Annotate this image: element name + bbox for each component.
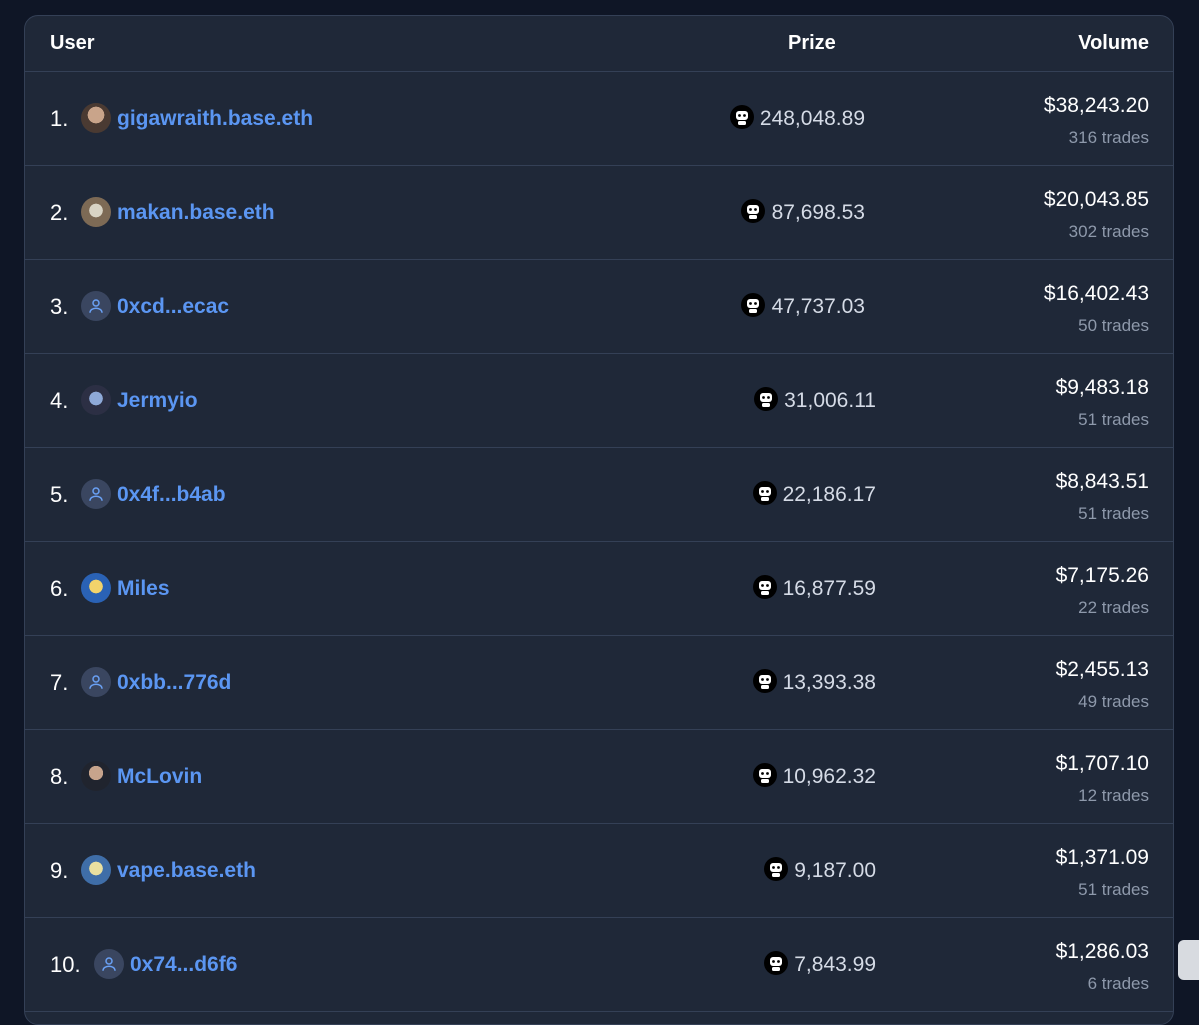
header-volume[interactable]: Volume: [1078, 32, 1149, 55]
username-link[interactable]: Jermyio: [117, 389, 198, 413]
avatar[interactable]: [81, 103, 111, 133]
header-user: User: [50, 32, 95, 54]
username-link[interactable]: gigawraith.base.eth: [117, 107, 313, 131]
avatar[interactable]: [81, 291, 111, 321]
table-row: 2. makan.base.eth 87,698.53 $20,043.85 3…: [25, 166, 1173, 260]
user-icon: [89, 487, 103, 501]
table-header: User Prize Volume: [25, 16, 1173, 72]
trade-count: 51 trades: [1078, 504, 1149, 523]
avatar[interactable]: [94, 949, 124, 979]
robot-token-icon: [753, 669, 777, 693]
username-link[interactable]: Miles: [117, 577, 170, 601]
rank: 6.: [50, 576, 69, 601]
trade-count: 50 trades: [1078, 316, 1149, 335]
username-link[interactable]: 0x4f...b4ab: [117, 483, 226, 507]
rank: 3.: [50, 294, 69, 319]
table-row: 3. 0xcd...ecac 47,737.03 $16,402.43 50 t…: [25, 260, 1173, 354]
prize-amount: 13,393.38: [782, 671, 876, 694]
user-icon: [102, 957, 116, 971]
leaderboard-panel: User Prize Volume 1. gigawraith.base.eth…: [24, 15, 1174, 1025]
robot-token-icon: [753, 763, 777, 787]
avatar[interactable]: [81, 573, 111, 603]
trade-count: 22 trades: [1078, 598, 1149, 617]
table-row: 7. 0xbb...776d 13,393.38 $2,455.13 49 tr…: [25, 636, 1173, 730]
volume-amount: $16,402.43: [1043, 282, 1149, 305]
prize-amount: 87,698.53: [771, 201, 865, 224]
prize-amount: 10,962.32: [782, 765, 876, 788]
trade-count: 316 trades: [1068, 128, 1149, 147]
avatar[interactable]: [81, 385, 111, 415]
prize-amount: 248,048.89: [759, 107, 865, 130]
rank: 8.: [50, 764, 69, 789]
username-link[interactable]: McLovin: [117, 765, 202, 789]
volume-amount: $38,243.20: [1043, 94, 1149, 117]
prize-amount: 9,187.00: [794, 859, 876, 882]
table-row: 10. 0x74...d6f6 7,843.99 $1,286.03 6 tra…: [25, 918, 1173, 1012]
robot-token-icon: [753, 575, 777, 599]
trade-count: 302 trades: [1068, 222, 1149, 241]
rank: 7.: [50, 670, 69, 695]
volume-amount: $1,371.09: [1055, 846, 1149, 869]
table-row: 4. Jermyio 31,006.11 $9,483.18 51 trades: [25, 354, 1173, 448]
rank: 5.: [50, 482, 69, 507]
robot-token-icon: [753, 481, 777, 505]
table-row: 8. McLovin 10,962.32 $1,707.10 12 trades: [25, 730, 1173, 824]
volume-amount: $7,175.26: [1055, 564, 1149, 587]
rank: 4.: [50, 388, 69, 413]
rank: 1.: [50, 106, 69, 131]
user-icon: [89, 675, 103, 689]
robot-token-icon: [730, 105, 754, 129]
prize-amount: 31,006.11: [784, 389, 876, 412]
volume-amount: $1,286.03: [1055, 940, 1149, 963]
trade-count: 49 trades: [1078, 692, 1149, 711]
avatar[interactable]: [81, 667, 111, 697]
volume-amount: $1,707.10: [1055, 752, 1149, 775]
trade-count: 51 trades: [1078, 410, 1149, 429]
trade-count: 51 trades: [1078, 880, 1149, 899]
username-link[interactable]: 0xbb...776d: [117, 671, 231, 695]
avatar[interactable]: [81, 761, 111, 791]
prize-amount: 22,186.17: [782, 483, 876, 506]
trade-count: 6 trades: [1087, 974, 1149, 993]
avatar[interactable]: [81, 855, 111, 885]
table-row: 1. gigawraith.base.eth 248,048.89 $38,24…: [25, 72, 1173, 166]
table-row: 6. Miles 16,877.59 $7,175.26 22 trades: [25, 542, 1173, 636]
username-link[interactable]: 0x74...d6f6: [130, 953, 237, 977]
robot-token-icon: [764, 951, 788, 975]
trade-count: 12 trades: [1078, 786, 1149, 805]
volume-amount: $2,455.13: [1055, 658, 1149, 681]
rank: 2.: [50, 200, 69, 225]
robot-token-icon: [741, 199, 765, 223]
rank: 9.: [50, 858, 69, 883]
avatar[interactable]: [81, 197, 111, 227]
user-icon: [89, 299, 103, 313]
robot-token-icon: [754, 387, 778, 411]
table-row: 9. vape.base.eth 9,187.00 $1,371.09 51 t…: [25, 824, 1173, 918]
prize-amount: 7,843.99: [794, 953, 876, 976]
username-link[interactable]: 0xcd...ecac: [117, 295, 229, 319]
rank: 10.: [50, 952, 81, 977]
robot-token-icon: [764, 857, 788, 881]
side-tab-button[interactable]: [1178, 940, 1199, 980]
volume-amount: $9,483.18: [1055, 376, 1149, 399]
prize-amount: 47,737.03: [771, 295, 865, 318]
volume-amount: $8,843.51: [1055, 470, 1149, 493]
robot-token-icon: [741, 293, 765, 317]
username-link[interactable]: makan.base.eth: [117, 201, 275, 225]
prize-amount: 16,877.59: [782, 577, 876, 600]
username-link[interactable]: vape.base.eth: [117, 859, 256, 883]
avatar[interactable]: [81, 479, 111, 509]
table-row: 5. 0x4f...b4ab 22,186.17 $8,843.51 51 tr…: [25, 448, 1173, 542]
volume-amount: $20,043.85: [1043, 188, 1149, 211]
header-prize[interactable]: Prize: [788, 32, 836, 55]
